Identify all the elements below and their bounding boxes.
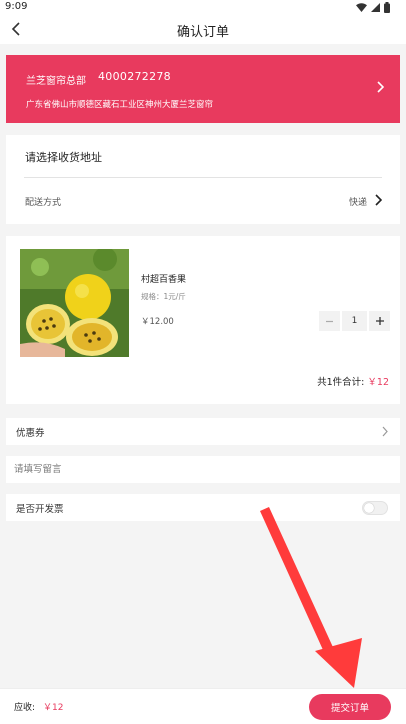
increase-quantity-button[interactable] [369,311,390,331]
status-time: 9:09 [5,1,28,12]
chevron-right-icon [375,194,382,206]
delivery-method-row[interactable]: 配送方式 快递 [6,185,400,217]
quantity-value[interactable]: 1 [342,311,367,331]
invoice-label: 是否开发票 [16,504,64,515]
product-spec: 规格：1元/斤 [141,292,186,301]
store-name: 兰芝窗帘总部 [26,76,86,87]
bottom-bar: 应收: ￥12 提交订单 [0,688,406,724]
product-name[interactable]: 村超百香果 [141,272,186,285]
delivery-method-value: 快递 [348,198,367,208]
toggle-knob [364,503,374,513]
message-row [6,456,400,483]
payable-label: 应收: [14,703,36,713]
coupon-label: 优惠券 [16,428,45,439]
decrease-quantity-button[interactable] [319,311,340,331]
wifi-icon [356,2,367,12]
payable-value: ￥12 [43,703,64,713]
nav-bar: 确认订单 [0,14,406,44]
plus-icon [375,317,384,325]
chevron-right-icon [377,81,384,93]
submit-order-button[interactable]: 提交订单 [309,694,391,720]
store-card[interactable]: 兰芝窗帘总部 4000272278 广东省佛山市顺德区藏石工业区神州大厦兰芝窗帘 [6,55,400,123]
minus-icon [326,320,333,322]
coupon-row[interactable]: 优惠券 [6,418,400,445]
invoice-toggle[interactable] [362,501,388,515]
address-card: 请选择收货地址 配送方式 快递 [6,135,400,224]
status-icons [356,1,390,13]
chevron-right-icon [382,426,388,437]
message-input[interactable] [14,460,384,479]
status-bar: 9:09 [0,0,406,14]
order-summary: 共1件合计: ￥12 [317,374,389,388]
battery-icon [384,1,390,13]
divider [24,177,382,178]
store-phone: 4000272278 [98,70,171,83]
delivery-method-label: 配送方式 [25,198,62,208]
product-price: ￥12.00 [141,317,174,327]
invoice-row: 是否开发票 [6,494,400,521]
summary-total: ￥12 [367,377,389,388]
summary-label: 共1件合计: [317,377,365,388]
signal-icon [371,2,380,12]
product-image [20,249,129,357]
quantity-stepper: 1 [319,311,390,331]
page-title: 确认订单 [176,25,229,40]
product-card: 村超百香果 规格：1元/斤 ￥12.00 1 共1件合计: ￥12 [6,236,400,404]
store-address: 广东省佛山市顺德区藏石工业区神州大厦兰芝窗帘 [26,100,214,110]
select-address-link[interactable]: 请选择收货地址 [25,149,102,165]
